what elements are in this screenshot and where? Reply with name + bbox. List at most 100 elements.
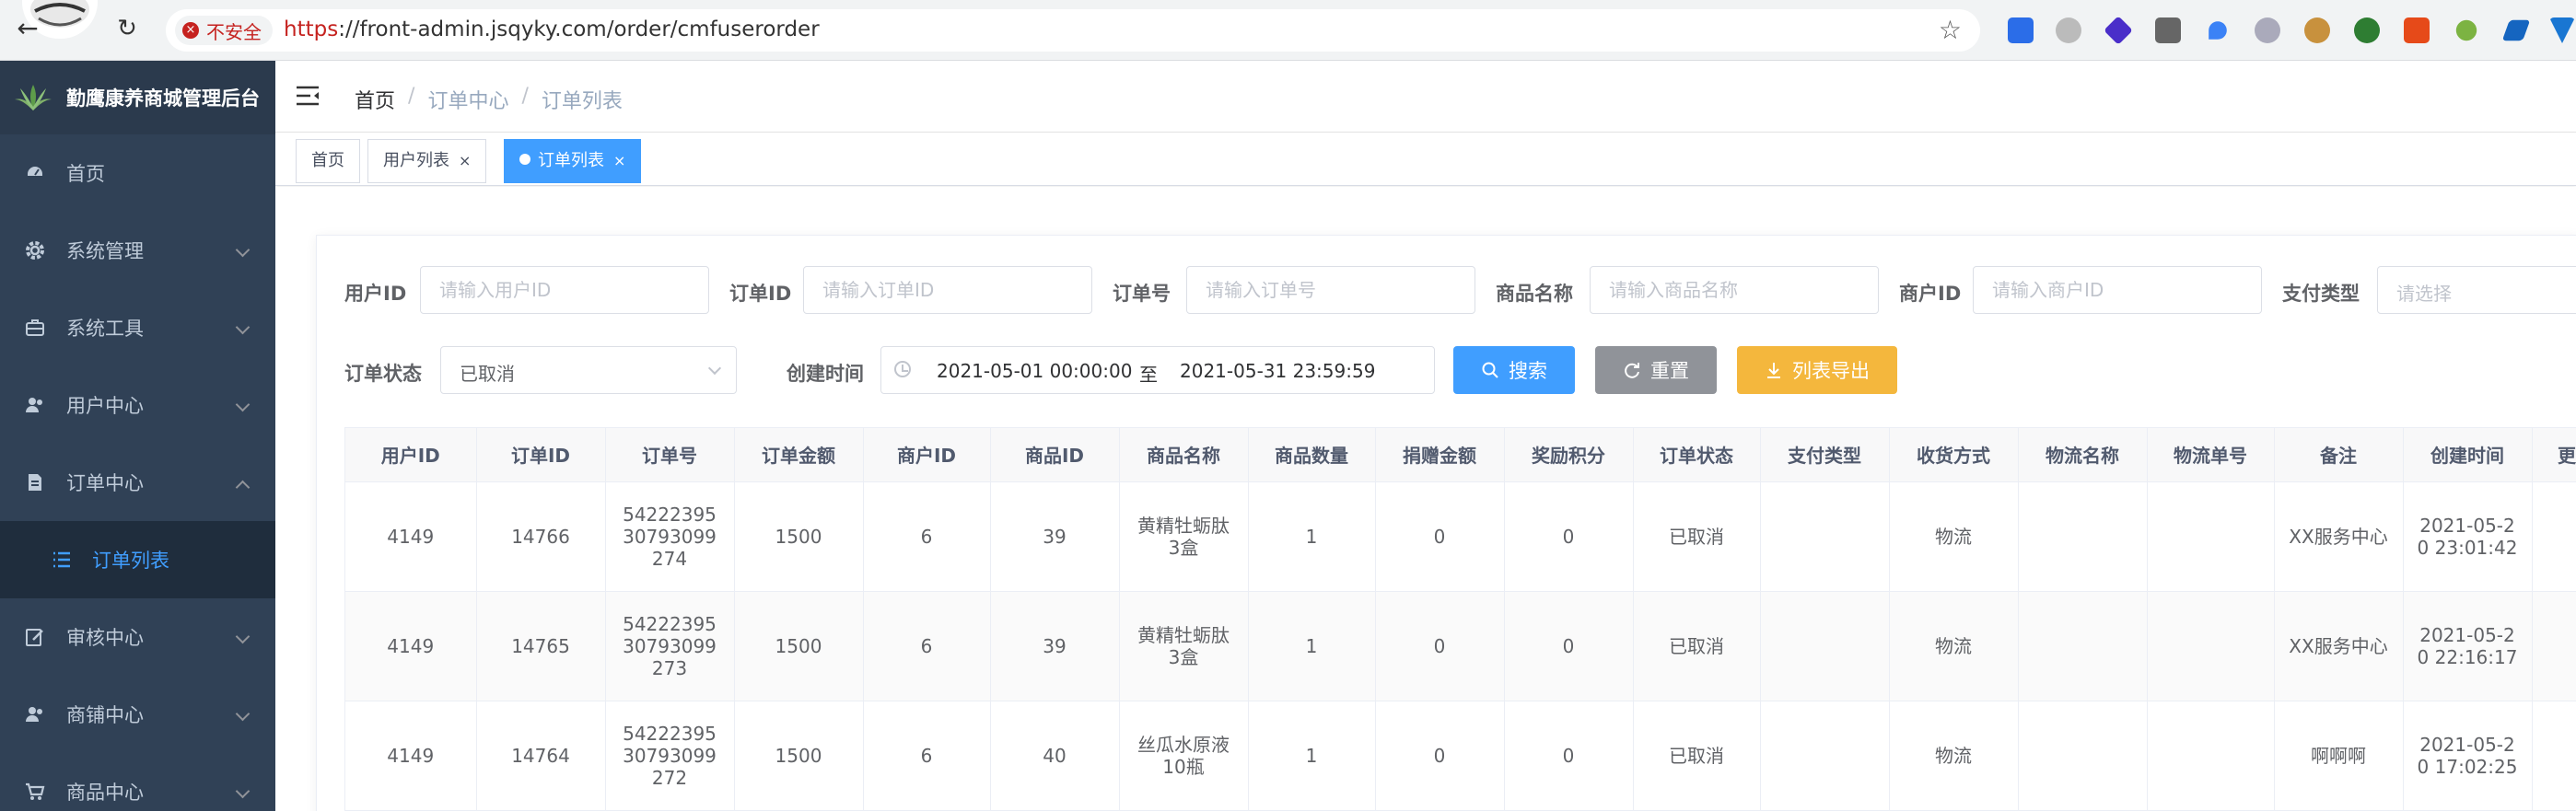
breadcrumb-order-center: 订单中心 — [427, 90, 509, 113]
table-cell: 5422239530793099274 — [605, 481, 735, 592]
order-list-card: 用户ID 订单ID 订单号 商品名称 商户ID 支付类型 请选择 订单状态 已取… — [316, 235, 2576, 811]
sidebar-subitem-order-list[interactable]: 订单列表 — [0, 521, 275, 598]
table-cell: 40 — [990, 701, 1120, 811]
cart-icon — [26, 782, 45, 800]
extension-green-icon[interactable] — [2354, 17, 2380, 43]
chevron-down-icon — [235, 242, 251, 258]
dashboard-icon — [26, 164, 44, 178]
table-row[interactable]: 4149 14766 5422239530793099274 1500 6 39 黄精牡蛎肽… — [345, 481, 2576, 592]
table-cell: 1 — [1248, 701, 1376, 811]
column-header: 奖励积分 — [1504, 428, 1634, 482]
column-header: 订单状态 — [1633, 428, 1761, 482]
users-icon — [26, 398, 42, 412]
table-cell: 6 — [863, 481, 991, 592]
insecure-label: 不安全 — [206, 20, 262, 43]
goods-name-input[interactable] — [1590, 266, 1879, 314]
column-header: 订单金额 — [734, 428, 864, 482]
extension-sync-icon[interactable] — [2056, 17, 2081, 43]
insecure-badge[interactable]: × 不安全 — [175, 16, 273, 45]
column-header: 收货方式 — [1889, 428, 2019, 482]
table-cell: 4149 — [345, 591, 477, 701]
table-cell — [1760, 701, 1890, 811]
sidebar-item-label: 系统管理 — [66, 240, 144, 262]
table-cell: 4149 — [345, 481, 477, 592]
order-id-input[interactable] — [803, 266, 1092, 314]
goods-name-label: 商品名称 — [1496, 283, 1573, 305]
reload-icon[interactable]: ↻ — [112, 14, 142, 43]
hamburger-icon[interactable] — [296, 85, 320, 107]
column-header: 商户ID — [863, 428, 991, 482]
sidebar-item-shop-center[interactable]: 商铺中心 — [0, 676, 275, 753]
url-text[interactable]: https://front-admin.jsqyky.com/order/cmf… — [284, 17, 820, 41]
breadcrumb: 首页 / 订单中心 / 订单列表 — [355, 85, 623, 114]
column-header: 物流名称 — [2018, 428, 2148, 482]
extension-v-icon[interactable] — [2549, 17, 2575, 43]
extension-pin-icon[interactable] — [2209, 21, 2227, 40]
table-cell: 已取消 — [1633, 701, 1761, 811]
table-cell: 物流 — [1889, 701, 2019, 811]
table-cell: 1500 — [734, 701, 864, 811]
table-cell — [2018, 481, 2148, 592]
table-cell: 5422239530793099272 — [605, 701, 735, 811]
table-cell — [2018, 701, 2148, 811]
table-cell: 丝瓜水原液10瓶 — [1119, 701, 1249, 811]
order-id-label: 订单ID — [729, 283, 792, 305]
table-cell: XX服务中心 — [2274, 591, 2404, 701]
column-header: 物流单号 — [2147, 428, 2275, 482]
extension-diamond-icon[interactable] — [2104, 16, 2133, 45]
extension-w-icon[interactable] — [2008, 17, 2034, 43]
gear-icon — [26, 241, 44, 260]
search-button[interactable]: 搜索 — [1453, 346, 1575, 394]
tag-home[interactable]: 首页 — [296, 139, 360, 183]
pay-type-select[interactable]: 请选择 — [2377, 266, 2576, 314]
table-cell: 5422239530793099273 — [605, 591, 735, 701]
start-date[interactable]: 2021-05-01 00:00:00 — [937, 360, 1132, 382]
sidebar-item-order-center[interactable]: 订单中心 — [0, 444, 275, 521]
address-bar[interactable]: × 不安全 https://front-admin.jsqyky.com/ord… — [166, 9, 1980, 52]
extension-cookie-icon[interactable] — [2304, 17, 2330, 43]
breadcrumb-separator: / — [408, 85, 415, 108]
list-icon — [53, 551, 70, 568]
close-icon[interactable]: × — [459, 152, 471, 169]
order-no-input[interactable] — [1186, 266, 1475, 314]
bookmark-star-icon[interactable]: ☆ — [1939, 15, 1962, 45]
back-icon[interactable]: ← — [13, 14, 42, 43]
extension-red-icon[interactable] — [2404, 17, 2430, 43]
download-icon — [1767, 363, 1780, 378]
table-row[interactable]: 4149 14764 5422239530793099272 1500 6 40 丝瓜水原液… — [345, 701, 2576, 811]
extension-leaf-icon[interactable] — [2455, 19, 2477, 41]
tag-user-list[interactable]: 用户列表 × — [367, 139, 487, 183]
end-date[interactable]: 2021-05-31 23:59:59 — [1180, 360, 1375, 382]
create-time-range-picker[interactable]: 2021-05-01 00:00:00 至 2021-05-31 23:59:5… — [880, 346, 1435, 394]
merchant-id-input[interactable] — [1973, 266, 2262, 314]
chevron-down-icon — [235, 397, 251, 412]
tag-label: 用户列表 — [383, 151, 449, 170]
table-row[interactable]: 4149 14765 5422239530793099273 1500 6 39 黄精牡蛎肽… — [345, 591, 2576, 701]
sidebar-item-label: 商品中心 — [66, 782, 144, 804]
table-cell: 物流 — [1889, 481, 2019, 592]
merchant-id-label: 商户ID — [1899, 283, 1962, 305]
reset-button[interactable]: 重置 — [1595, 346, 1717, 394]
extension-link-icon[interactable] — [2255, 17, 2280, 43]
user-id-input[interactable] — [420, 266, 709, 314]
table-cell: 0 — [1504, 481, 1634, 592]
order-status-select[interactable]: 已取消 — [440, 346, 737, 394]
extension-pen-icon[interactable] — [2501, 19, 2531, 41]
close-icon[interactable]: × — [613, 152, 625, 169]
sidebar-item-system-management[interactable]: 系统管理 — [0, 212, 275, 289]
export-button[interactable]: 列表导出 — [1737, 346, 1897, 394]
table-cell: XX服务中心 — [2274, 481, 2404, 592]
sidebar-item-review-center[interactable]: 审核中心 — [0, 598, 275, 676]
sidebar-brand[interactable]: 勤鹰康养商城管理后台 — [0, 61, 275, 134]
breadcrumb-home[interactable]: 首页 — [355, 85, 395, 114]
table-cell: 6 — [863, 701, 991, 811]
tag-order-list[interactable]: 订单列表 × — [504, 139, 642, 183]
sidebar-item-user-center[interactable]: 用户中心 — [0, 366, 275, 444]
table-cell: 已取消 — [1633, 481, 1761, 592]
sidebar-item-system-tools[interactable]: 系统工具 — [0, 289, 275, 366]
table-cell: 已取消 — [1633, 591, 1761, 701]
extension-ip-icon[interactable] — [2155, 17, 2181, 43]
sidebar-item-home[interactable]: 首页 — [0, 134, 275, 212]
sidebar-item-goods-center[interactable]: 商品中心 — [0, 753, 275, 811]
content-area: 用户ID 订单ID 订单号 商品名称 商户ID 支付类型 请选择 订单状态 已取… — [275, 187, 2576, 811]
